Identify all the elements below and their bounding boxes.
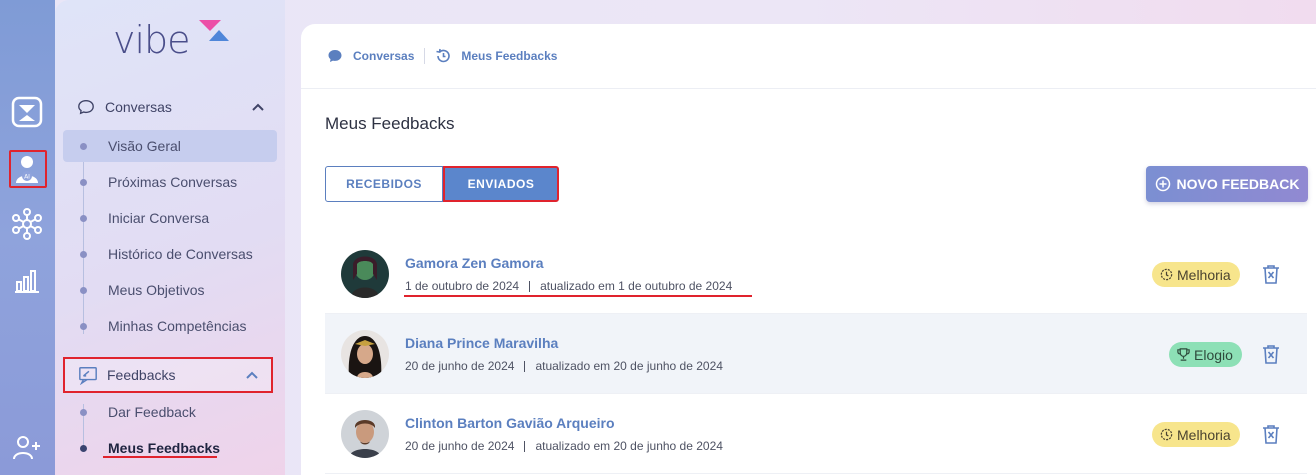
date-separator [524, 360, 526, 372]
tab-recebidos[interactable]: RECEBIDOS [325, 166, 443, 202]
section-feedbacks-label: Feedbacks [107, 367, 176, 383]
nav-dot [80, 250, 87, 258]
section-conversas-label: Conversas [105, 99, 172, 115]
trophy-icon [1177, 348, 1190, 361]
sidebar-item-proximas-conversas[interactable]: Próximas Conversas [63, 166, 277, 198]
feedback-icon [77, 364, 99, 386]
trash-icon [1263, 425, 1279, 444]
section-conversas[interactable]: Conversas [63, 90, 277, 124]
delete-button[interactable] [1260, 262, 1282, 286]
feedback-person-name[interactable]: Clinton Barton Gavião Arqueiro [405, 415, 615, 431]
sidebar-item-minhas-competencias[interactable]: Minhas Competências [63, 310, 277, 342]
page-title: Meus Feedbacks [325, 114, 455, 133]
feedback-date: 20 de junho de 2024 [405, 359, 515, 373]
avatar [341, 330, 389, 378]
annotation-underline [404, 295, 752, 297]
nav-dot [80, 322, 87, 330]
feedback-row[interactable]: Diana Prince Maravilha 20 de junho de 20… [325, 314, 1307, 394]
type-badge-label: Melhoria [1177, 266, 1231, 283]
history-icon [436, 48, 451, 63]
feedback-row[interactable]: Gamora Zen Gamora 1 de outubro de 2024 a… [325, 234, 1307, 314]
type-badge-label: Melhoria [1177, 426, 1231, 443]
chat-bubble-icon [75, 96, 97, 118]
gear-icon [1160, 428, 1173, 441]
tab-enviados[interactable]: ENVIADOS [443, 166, 559, 202]
type-badge-label: Elogio [1194, 346, 1233, 363]
section-feedbacks[interactable]: Feedbacks [63, 357, 273, 393]
feedback-person-name[interactable]: Diana Prince Maravilha [405, 335, 558, 351]
breadcrumb-separator [424, 48, 426, 64]
feedback-date: 20 de junho de 2024 [405, 439, 515, 453]
add-user-icon[interactable] [9, 430, 45, 466]
sidebar-item-label: Minhas Competências [108, 318, 247, 334]
feedback-updated: atualizado em 1 de outubro de 2024 [540, 279, 733, 293]
delete-button[interactable] [1260, 342, 1282, 366]
sidebar-item-label: Visão Geral [108, 138, 181, 154]
sidebar-item-label: Iniciar Conversa [108, 210, 210, 226]
nav-dot [80, 286, 87, 294]
sidebar-item-historico[interactable]: Histórico de Conversas [63, 238, 277, 270]
sidebar: vibe Conversas Visão Geral Próximas Conv… [55, 0, 285, 475]
feedback-person-name[interactable]: Gamora Zen Gamora [405, 255, 544, 271]
chevron-up-icon[interactable] [245, 368, 259, 382]
bar-chart-icon[interactable] [9, 262, 45, 298]
sidebar-item-iniciar-conversa[interactable]: Iniciar Conversa [63, 202, 277, 234]
sidebar-item-label: Meus Objetivos [108, 282, 205, 298]
breadcrumb-conversas[interactable]: Conversas [353, 49, 414, 63]
sidebar-item-visao-geral[interactable]: Visão Geral [63, 130, 277, 162]
hourglass-icon[interactable] [9, 94, 45, 130]
feedback-list: Gamora Zen Gamora 1 de outubro de 2024 a… [325, 234, 1307, 474]
nav-dot [80, 142, 87, 150]
vibe-logo[interactable]: vibe [113, 18, 229, 62]
main-content: Conversas Meus Feedbacks Meus Feedbacks … [301, 24, 1316, 475]
date-separator [529, 280, 531, 292]
feedback-updated: atualizado em 20 de junho de 2024 [535, 359, 723, 373]
new-feedback-button[interactable]: NOVO FEEDBACK [1146, 166, 1308, 202]
sidebar-item-label: Próximas Conversas [108, 174, 238, 190]
sidebar-item-label: Histórico de Conversas [108, 246, 253, 262]
nav-dot [80, 178, 87, 186]
type-badge: Melhoria [1152, 422, 1240, 447]
trash-icon [1263, 345, 1279, 364]
sidebar-item-label: Meus Feedbacks [108, 440, 221, 456]
logo-text: vibe [113, 18, 191, 62]
rail-highlight-box [9, 150, 47, 188]
date-separator [524, 440, 526, 452]
plus-circle-icon [1155, 176, 1170, 192]
annotation-underline [103, 456, 217, 458]
nav-dot [80, 444, 87, 452]
breadcrumb-meus-feedbacks[interactable]: Meus Feedbacks [461, 49, 557, 63]
feedback-dates: 20 de junho de 2024 atualizado em 20 de … [405, 439, 723, 453]
gear-icon [1160, 268, 1173, 281]
divider [301, 88, 1316, 89]
breadcrumb: Conversas Meus Feedbacks [327, 48, 557, 64]
feedback-updated: atualizado em 20 de junho de 2024 [535, 439, 723, 453]
trash-icon [1263, 265, 1279, 284]
feedback-dates: 20 de junho de 2024 atualizado em 20 de … [405, 359, 723, 373]
delete-button[interactable] [1260, 422, 1282, 446]
chat-bubble-icon [328, 50, 342, 62]
logo-blue-triangle [209, 30, 229, 41]
chevron-up-icon[interactable] [251, 100, 265, 114]
sidebar-item-label: Dar Feedback [108, 404, 196, 420]
avatar [341, 250, 389, 298]
feedback-dates: 1 de outubro de 2024 atualizado em 1 de … [405, 279, 732, 293]
type-badge: Elogio [1169, 342, 1242, 367]
new-feedback-label: NOVO FEEDBACK [1176, 176, 1300, 192]
feedback-date: 1 de outubro de 2024 [405, 279, 520, 293]
feedback-row[interactable]: Clinton Barton Gavião Arqueiro 20 de jun… [325, 394, 1307, 474]
avatar [341, 410, 389, 458]
tab-group: RECEBIDOS ENVIADOS [325, 166, 559, 202]
type-badge: Melhoria [1152, 262, 1240, 287]
sidebar-item-meus-objetivos[interactable]: Meus Objetivos [63, 274, 277, 306]
sidebar-item-meus-feedbacks[interactable]: Meus Feedbacks [63, 432, 277, 464]
nav-dot [80, 408, 87, 416]
icon-rail: AI [0, 0, 55, 475]
network-icon[interactable] [9, 206, 45, 242]
nav-dot [80, 214, 87, 222]
sidebar-item-dar-feedback[interactable]: Dar Feedback [63, 396, 277, 428]
